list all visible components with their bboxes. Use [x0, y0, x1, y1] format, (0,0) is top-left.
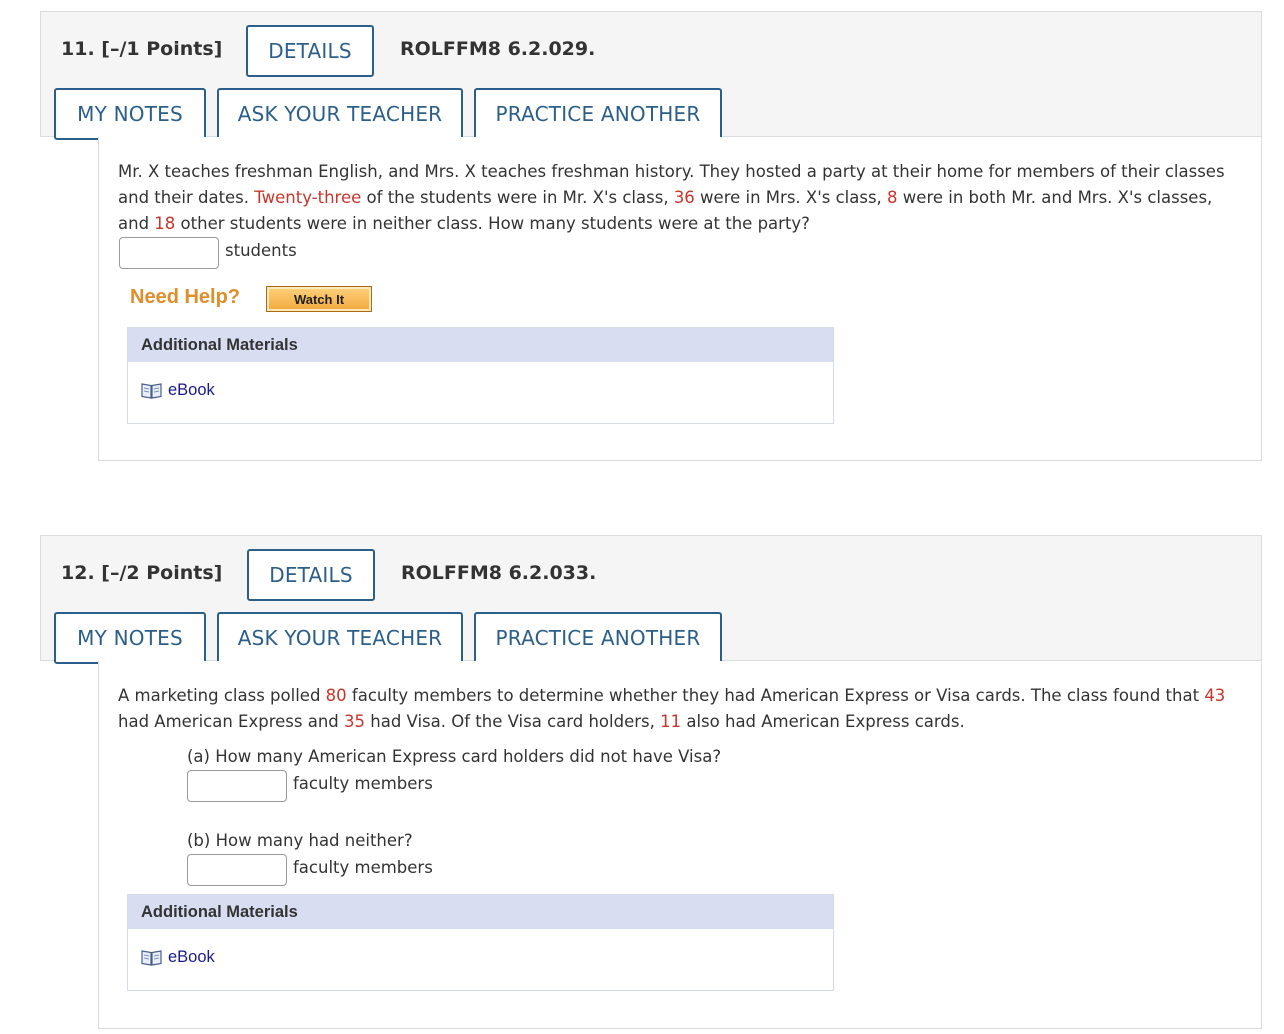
highlighted-value: 8 [887, 188, 898, 207]
watch-it-button[interactable]: Watch It [266, 286, 372, 312]
question-number-points: 11. [–/1 Points] [61, 38, 222, 60]
highlighted-value: 43 [1204, 686, 1226, 705]
part-b-question: (b) How many had neither? [187, 831, 413, 850]
highlighted-value: 36 [673, 188, 695, 207]
ebook-link[interactable]: eBook [141, 948, 215, 967]
additional-materials-panel: Additional Materials eBook [127, 894, 834, 991]
ask-your-teacher-button[interactable]: ASK YOUR TEACHER [217, 88, 463, 140]
highlighted-value: 11 [660, 712, 682, 731]
additional-materials-panel: Additional Materials eBook [127, 327, 834, 424]
highlighted-value: 18 [154, 214, 176, 233]
question-code: ROLFFM8 6.2.029. [400, 38, 596, 60]
question-points: [–/1 Points] [101, 38, 223, 60]
ebook-label: eBook [168, 948, 215, 966]
book-icon [141, 383, 162, 399]
question-text-part: also had American Express cards. [681, 712, 965, 731]
ask-your-teacher-button[interactable]: ASK YOUR TEACHER [217, 612, 463, 664]
my-notes-button[interactable]: MY NOTES [54, 88, 206, 140]
highlighted-value: Twenty-three [254, 188, 362, 207]
question-text-part: other students were in neither class. Ho… [175, 214, 810, 233]
details-button[interactable]: DETAILS [247, 549, 375, 601]
ebook-link[interactable]: eBook [141, 381, 215, 400]
highlighted-value: 80 [325, 686, 347, 705]
question-text-part: A marketing class polled [118, 686, 326, 705]
question-text: Mr. X teaches freshman English, and Mrs.… [118, 159, 1243, 237]
details-button[interactable]: DETAILS [246, 25, 374, 77]
question-code: ROLFFM8 6.2.033. [401, 562, 597, 584]
question-text-part: of the students were in Mr. X's class, [361, 188, 674, 207]
my-notes-button[interactable]: MY NOTES [54, 612, 206, 664]
answer-unit-label: students [225, 241, 297, 260]
part-a-question: (a) How many American Express card holde… [187, 747, 722, 766]
question-number: 11. [61, 38, 95, 60]
practice-another-button[interactable]: PRACTICE ANOTHER [474, 88, 722, 140]
question-number: 12. [61, 562, 95, 584]
additional-materials-title: Additional Materials [128, 328, 833, 362]
answer-input[interactable] [119, 237, 219, 269]
part-a-unit-label: faculty members [293, 774, 433, 793]
question-number-points: 12. [–/2 Points] [61, 562, 222, 584]
question-header: 11. [–/1 Points] DETAILS ROLFFM8 6.2.029… [40, 11, 1262, 140]
part-b-answer-input[interactable] [187, 854, 287, 886]
practice-another-button[interactable]: PRACTICE ANOTHER [474, 612, 722, 664]
part-b-unit-label: faculty members [293, 858, 433, 877]
book-icon [141, 950, 162, 966]
question-text: A marketing class polled 80 faculty memb… [118, 683, 1258, 735]
question-text-part: had Visa. Of the Visa card holders, [365, 712, 661, 731]
question-header: 12. [–/2 Points] DETAILS ROLFFM8 6.2.033… [40, 535, 1262, 664]
highlighted-value: 35 [344, 712, 366, 731]
need-help-label: Need Help? [130, 286, 241, 308]
question-text-part: faculty members to determine whether the… [346, 686, 1205, 705]
part-a-answer-input[interactable] [187, 770, 287, 802]
question-text-part: were in Mrs. X's class, [694, 188, 888, 207]
ebook-label: eBook [168, 381, 215, 399]
question-text-part: had American Express and [118, 712, 345, 731]
additional-materials-title: Additional Materials [128, 895, 833, 929]
question-points: [–/2 Points] [101, 562, 223, 584]
